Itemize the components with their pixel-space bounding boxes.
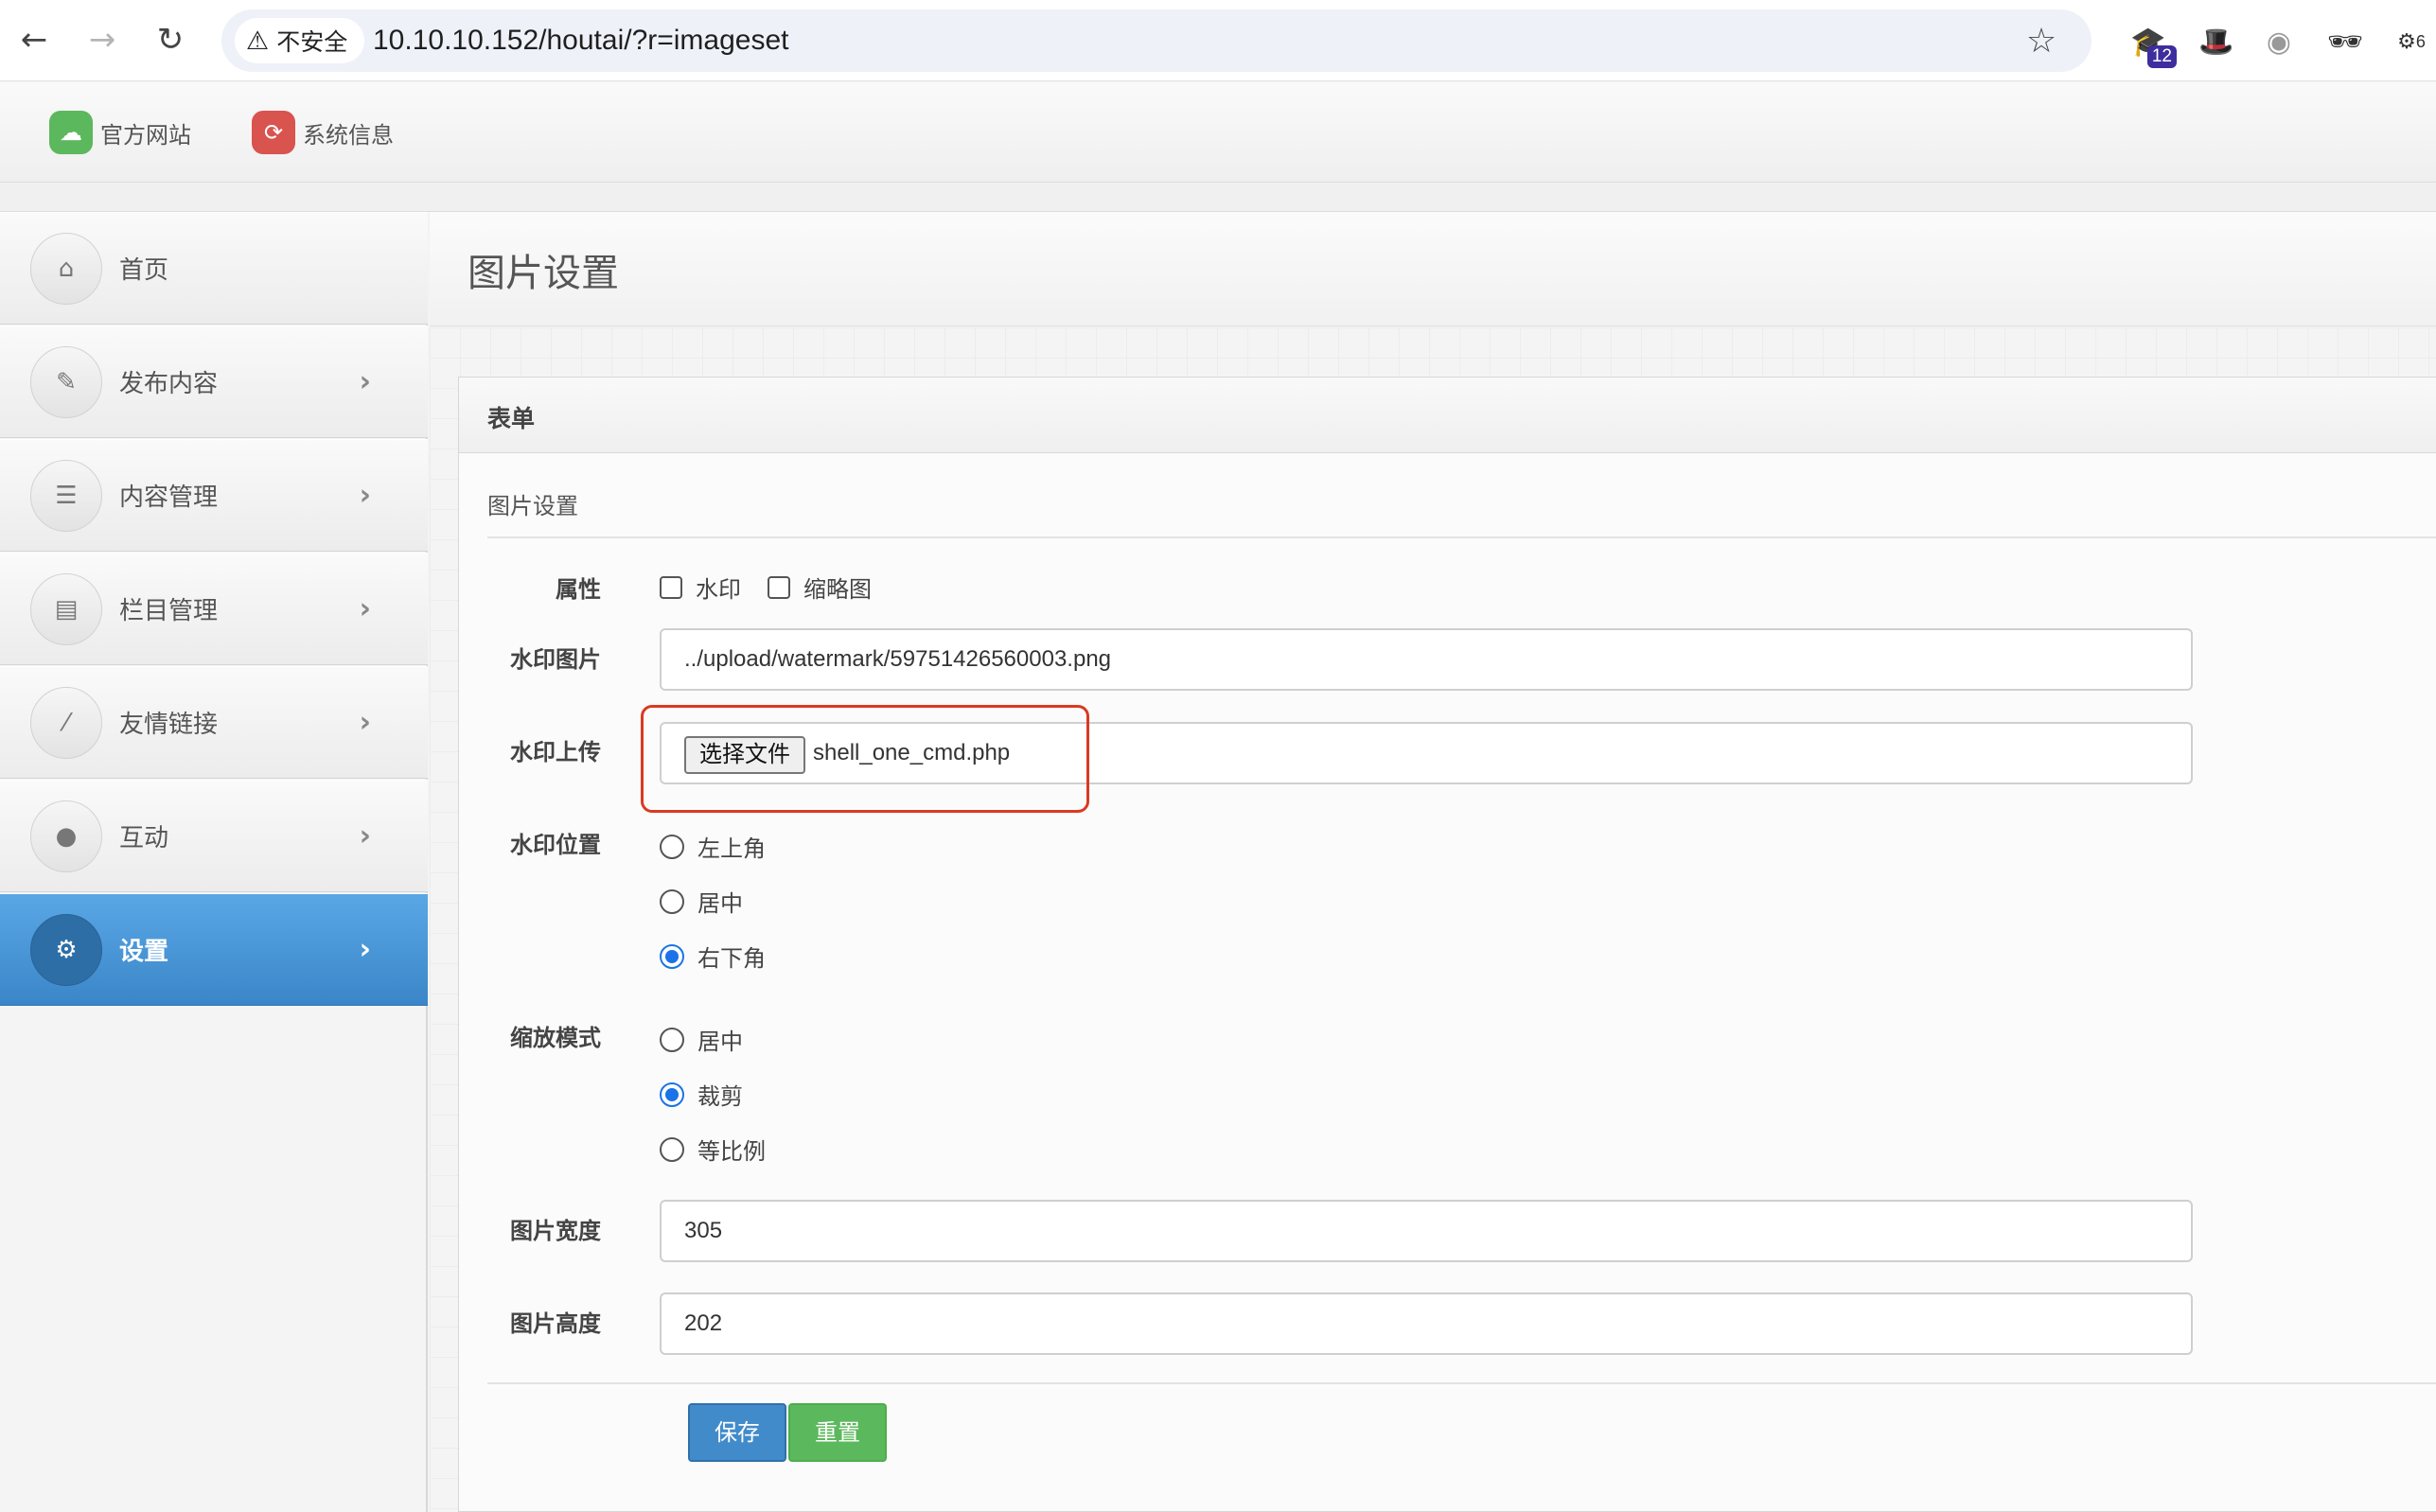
security-label: 不安全 — [276, 28, 348, 56]
highlight-annotation — [641, 705, 1089, 813]
sidebar-item-label: 设置 — [119, 938, 169, 966]
form-legend: 图片设置 — [487, 493, 578, 519]
radio-button-checked[interactable] — [660, 1081, 684, 1107]
watermark-checkbox-row[interactable]: 水印 — [660, 571, 741, 604]
warning-icon: ⚠ — [246, 26, 270, 56]
divider-band — [0, 184, 2436, 212]
reset-button[interactable]: 重置 — [788, 1403, 887, 1462]
sidebar-item-label: 发布内容 — [119, 370, 219, 398]
extension-puzzle-icon[interactable]: ⚙ 6 — [2387, 19, 2436, 64]
attributes-label: 属性 — [556, 576, 601, 603]
sidebar-item-label: 互动 — [119, 824, 169, 853]
watermark-position-label: 水印位置 — [510, 832, 601, 858]
back-icon[interactable]: ← — [8, 13, 61, 66]
comments-icon: ● — [30, 800, 102, 872]
radio-label: 居中 — [697, 1029, 743, 1055]
home-icon: ⌂ — [30, 232, 102, 305]
page-header: 图片设置 — [430, 212, 2436, 326]
scale-mode-label: 缩放模式 — [510, 1025, 601, 1051]
sidebar-item-label: 首页 — [119, 256, 169, 285]
extension-mask-icon[interactable]: 🕶 — [2322, 19, 2368, 64]
refresh-icon: ⟳ — [252, 111, 295, 154]
radio-button[interactable] — [660, 834, 684, 859]
columns-icon: ▤ — [30, 572, 102, 645]
chevron-right-icon: › — [359, 365, 371, 398]
radio-button-checked[interactable] — [660, 943, 684, 969]
sidebar-item-settings[interactable]: ⚙ 设置 › — [0, 893, 428, 1006]
image-width-label: 图片宽度 — [510, 1218, 601, 1244]
sidebar-item-columns[interactable]: ▤ 栏目管理 › — [0, 553, 428, 665]
page-title: 图片设置 — [468, 252, 619, 295]
system-info-link[interactable]: ⟳ 系统信息 — [252, 111, 394, 154]
sidebar-item-label: 内容管理 — [119, 483, 219, 512]
watermark-checkbox[interactable] — [660, 575, 682, 599]
position-bottom-right-option[interactable]: 右下角 — [660, 940, 766, 973]
extension-count: 6 — [2415, 31, 2426, 51]
radio-label: 裁剪 — [697, 1083, 743, 1110]
radio-button[interactable] — [660, 1136, 684, 1162]
actions-divider — [487, 1382, 2436, 1384]
radio-label: 居中 — [697, 890, 743, 917]
sidebar-item-links[interactable]: ⁄ 友情链接 › — [0, 666, 428, 779]
form-panel: 表单 图片设置 属性 水印 缩略图 水印图片 ../upload/waterma… — [458, 377, 2436, 1512]
magic-wand-icon: ⁄ — [30, 686, 102, 759]
sidebar-item-home[interactable]: ⌂ 首页 — [0, 212, 428, 325]
radio-button[interactable] — [660, 1027, 684, 1052]
chevron-right-icon: › — [359, 706, 371, 739]
image-height-label: 图片高度 — [510, 1310, 601, 1337]
thumbnail-checkbox-row[interactable]: 缩略图 — [768, 571, 872, 604]
position-top-left-option[interactable]: 左上角 — [660, 830, 766, 863]
watermark-image-input[interactable]: ../upload/watermark/59751426560003.png — [660, 628, 2193, 691]
address-bar[interactable]: ⚠ 不安全 10.10.10.152/houtai/?r=imageset ☆ — [221, 9, 2092, 72]
cloud-upload-icon: ☁ — [49, 111, 93, 154]
image-height-input[interactable]: 202 — [660, 1292, 2193, 1355]
extension-circle-icon[interactable]: ◉ — [2256, 19, 2302, 64]
list-icon: ☰ — [30, 459, 102, 532]
chevron-right-icon: › — [359, 933, 371, 966]
chevron-right-icon: › — [359, 592, 371, 625]
radio-label: 等比例 — [697, 1138, 766, 1165]
app-topbar: ☁ 官方网站 ⟳ 系统信息 — [0, 82, 2436, 183]
official-site-label: 官方网站 — [100, 121, 191, 149]
sidebar-item-publish[interactable]: ✎ 发布内容 › — [0, 325, 428, 438]
watermark-image-label: 水印图片 — [510, 646, 601, 673]
watermark-upload-label: 水印上传 — [510, 739, 601, 765]
thumbnail-checkbox-label: 缩略图 — [803, 576, 872, 603]
url-text[interactable]: 10.10.10.152/houtai/?r=imageset — [373, 9, 789, 72]
sidebar: ⌂ 首页 ✎ 发布内容 › ☰ 内容管理 › ▤ 栏目管理 › ⁄ 友情链接 ›… — [0, 212, 428, 1512]
sidebar-item-label: 友情链接 — [119, 711, 219, 739]
thumbnail-checkbox[interactable] — [768, 575, 790, 599]
extension-badge: 12 — [2146, 45, 2177, 68]
extension-hat-icon[interactable]: 🎩 — [2194, 19, 2239, 64]
sidebar-item-interaction[interactable]: ● 互动 › — [0, 780, 428, 892]
panel-header: 表单 — [459, 378, 2436, 453]
panel-title: 表单 — [487, 405, 536, 432]
official-site-link[interactable]: ☁ 官方网站 — [49, 111, 191, 154]
image-width-input[interactable]: 305 — [660, 1200, 2193, 1262]
scale-crop-option[interactable]: 裁剪 — [660, 1078, 743, 1111]
sidebar-item-content[interactable]: ☰ 内容管理 › — [0, 439, 428, 552]
sidebar-item-label: 栏目管理 — [119, 597, 219, 625]
bookmark-star-icon[interactable]: ☆ — [2018, 17, 2065, 64]
scale-proportional-option[interactable]: 等比例 — [660, 1133, 766, 1166]
watermark-checkbox-label: 水印 — [696, 576, 741, 603]
chevron-right-icon: › — [359, 819, 371, 853]
radio-label: 右下角 — [697, 945, 766, 972]
system-info-label: 系统信息 — [303, 121, 394, 149]
scale-center-option[interactable]: 居中 — [660, 1023, 743, 1056]
position-center-option[interactable]: 居中 — [660, 885, 743, 918]
security-chip[interactable]: ⚠ 不安全 — [235, 18, 365, 63]
extension-graduation-icon[interactable]: 🎓 12 — [2126, 19, 2177, 68]
forward-icon[interactable]: → — [76, 13, 129, 66]
radio-label: 左上角 — [697, 835, 766, 862]
chevron-right-icon: › — [359, 479, 371, 512]
cogs-icon: ⚙ — [30, 913, 102, 986]
browser-toolbar: ← → ↻ ⚠ 不安全 10.10.10.152/houtai/?r=image… — [0, 0, 2436, 81]
reload-icon[interactable]: ↻ — [144, 13, 197, 66]
legend-divider — [487, 536, 2436, 538]
pencil-icon: ✎ — [30, 345, 102, 418]
radio-button[interactable] — [660, 888, 684, 914]
save-button[interactable]: 保存 — [688, 1403, 786, 1462]
